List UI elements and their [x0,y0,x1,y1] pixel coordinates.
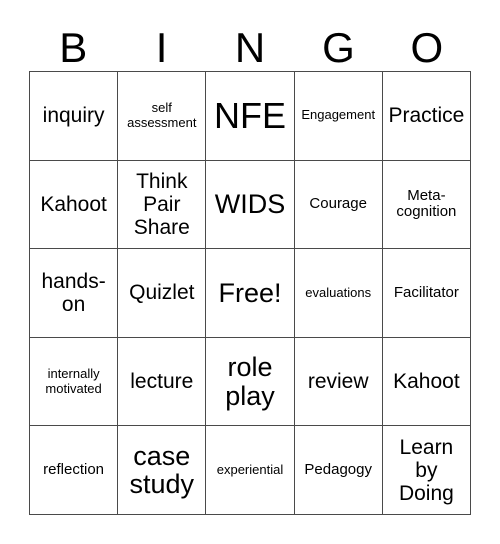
bingo-header-letter-i: I [155,24,168,71]
bingo-cell-label: case study [129,440,195,500]
bingo-cell-label: self assessment [127,99,197,130]
bingo-cell[interactable]: lecture [118,337,207,427]
bingo-header-letter-g: G [322,24,355,71]
bingo-cell[interactable]: Learn by Doing [382,426,471,515]
bingo-cell-label: Courage [309,194,367,212]
bingo-cell-label: review [307,370,369,394]
bingo-cell[interactable]: case study [118,426,207,515]
bingo-cell[interactable]: internally motivated [30,337,119,427]
bingo-cell-label: internally motivated [45,365,102,396]
bingo-cell-label: Engagement [301,107,376,123]
bingo-cell[interactable]: review [294,337,383,427]
bingo-cell[interactable]: Pedagogy [294,426,383,515]
bingo-cell-label: hands- on [41,269,106,316]
bingo-header-letter-o: O [410,24,444,71]
bingo-cell-label: role play [225,352,275,411]
bingo-cell[interactable]: Quizlet [118,249,207,338]
bingo-cell-label: Think Pair Share [133,169,190,239]
bingo-header-letter-b: B [59,24,88,71]
bingo-cell[interactable]: self assessment [118,72,207,161]
bingo-cell-label: Kahoot [40,192,107,216]
bingo-cell-label: experiential [216,461,284,477]
bingo-cell-label: inquiry [42,104,105,128]
bingo-cell-label: Practice [388,104,465,128]
bingo-cell-label: evaluations [305,284,372,300]
bingo-cell-label: reflection [43,460,105,478]
bingo-cell[interactable]: inquiry [30,72,119,161]
bingo-grid: inquiry self assessment NFE Engagement Pract… [29,71,471,515]
bingo-cell-label: Kahoot [393,370,460,394]
bingo-cell[interactable]: Kahoot [30,160,119,250]
bingo-cell[interactable]: Meta- cognition [382,160,471,250]
bingo-header-row: B I N G O [29,14,471,71]
bingo-cell[interactable]: Engagement [294,72,383,161]
bingo-cell-label: Facilitator [393,283,459,301]
bingo-cell[interactable]: Kahoot [382,337,471,427]
bingo-free-space-label: Free! [218,277,282,308]
bingo-cell-label: WIDS [214,189,286,220]
bingo-cell[interactable]: reflection [30,426,119,515]
bingo-card: B I N G O inquiry self assessment NFE Engag… [0,0,500,544]
bingo-cell[interactable]: Think Pair Share [118,160,207,250]
bingo-cell-label: lecture [130,370,194,394]
bingo-cell[interactable]: role play [206,337,295,427]
bingo-cell-label: Pedagogy [304,460,372,478]
bingo-cell[interactable]: Facilitator [382,249,471,338]
bingo-cell[interactable]: evaluations [294,249,383,338]
bingo-cell[interactable]: Practice [382,72,471,161]
bingo-header-letter-n: N [234,24,266,71]
bingo-cell[interactable]: WIDS [206,160,295,250]
bingo-cell[interactable]: NFE [206,72,295,161]
bingo-cell-label: Quizlet [129,281,195,305]
bingo-free-space-cell[interactable]: Free! [206,249,295,338]
bingo-cell-label: Learn by Doing [398,435,454,505]
bingo-cell[interactable]: Courage [294,160,383,250]
bingo-cell[interactable]: experiential [206,426,295,515]
bingo-cell[interactable]: hands- on [30,249,119,338]
bingo-cell-label: Meta- cognition [396,186,457,221]
bingo-cell-label: NFE [213,94,286,136]
